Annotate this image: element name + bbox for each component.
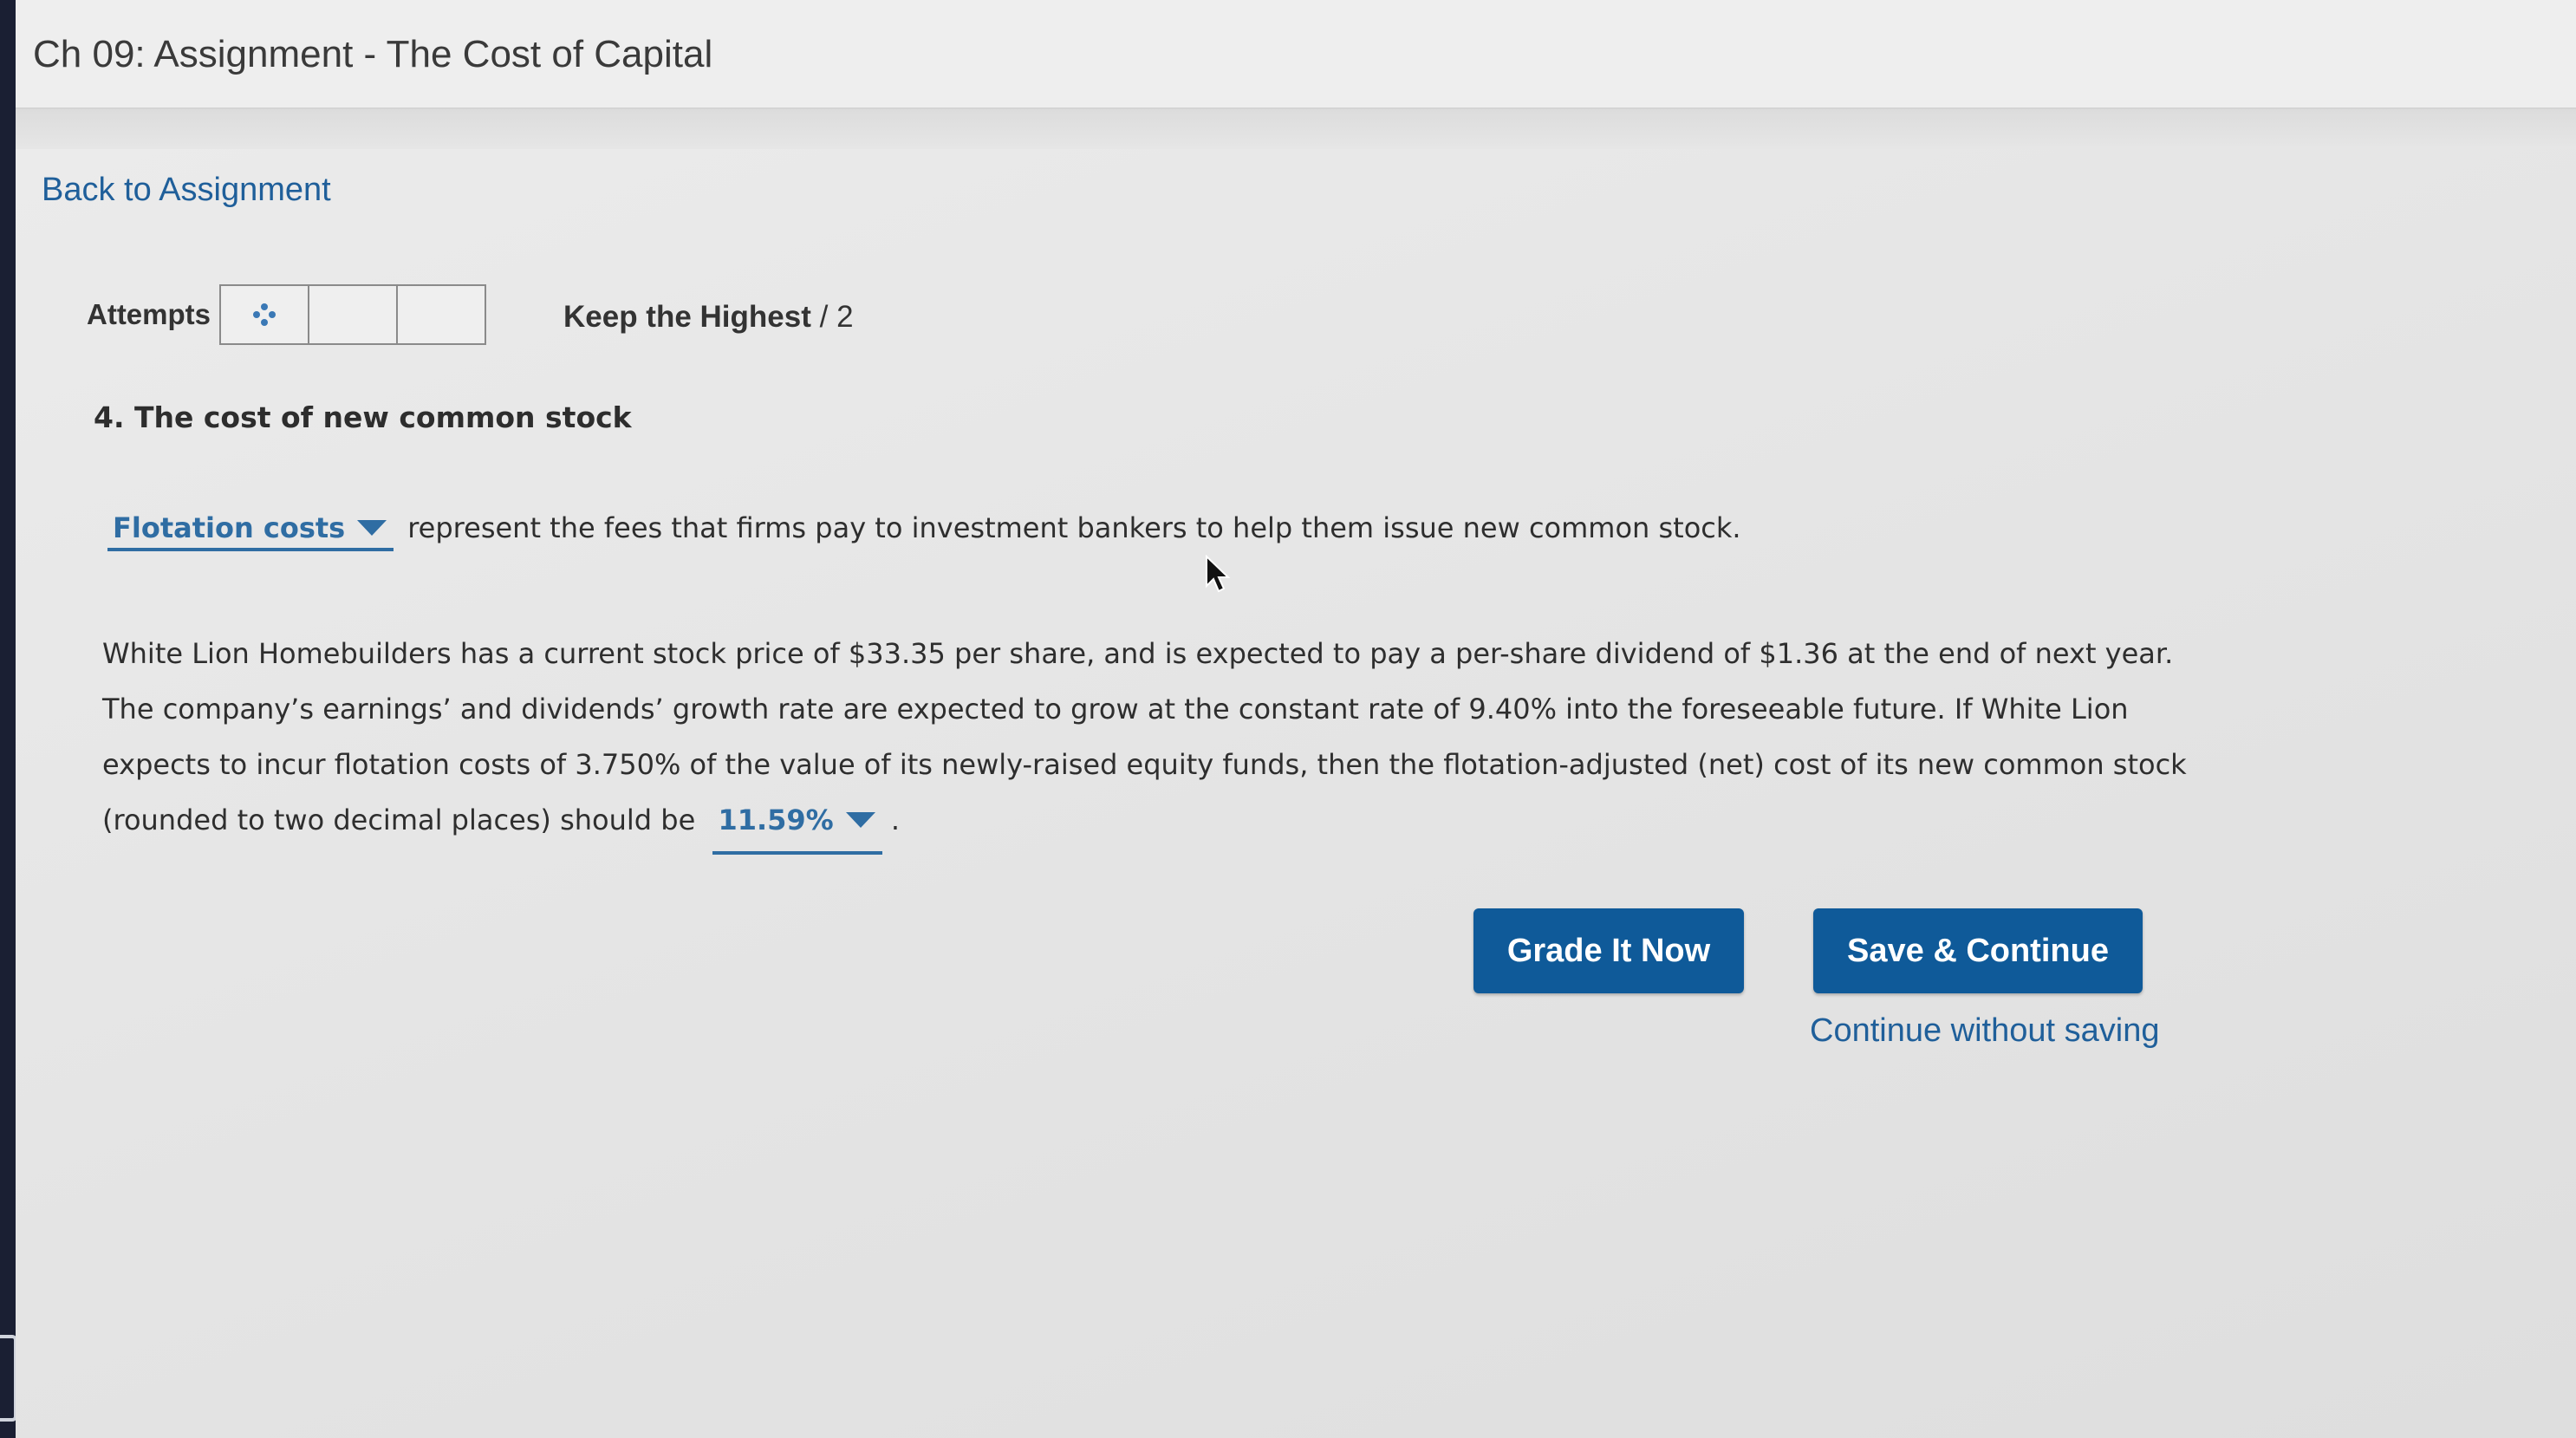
save-and-continue-button[interactable]: Save & Continue: [1813, 908, 2143, 993]
paragraph-line4-post: .: [890, 804, 901, 836]
continue-without-saving-link[interactable]: Continue without saving: [1810, 1012, 2159, 1050]
question-title: 4. The cost of new common stock: [94, 400, 632, 434]
question-paragraph: White Lion Homebuilders has a current st…: [102, 626, 2234, 855]
title-divider: [16, 109, 2576, 149]
assignment-page: Ch 09: Assignment - The Cost of Capital …: [16, 0, 2576, 1438]
back-to-assignment-link[interactable]: Back to Assignment: [42, 172, 331, 209]
attempts-label: Attempts: [87, 298, 211, 330]
paragraph-line: (rounded to two decimal places) should b…: [102, 792, 2234, 855]
keep-highest-text: Keep the Highest / 2: [563, 300, 854, 335]
paragraph-line: White Lion Homebuilders has a current st…: [102, 637, 2174, 670]
caret-down-icon: [357, 520, 387, 536]
attempts-tracker: Attempts: [87, 283, 487, 347]
caret-down-icon: [845, 812, 875, 828]
attempt-box-1: [219, 284, 310, 345]
sentence-1-text: represent the fees that firms pay to inv…: [407, 511, 1741, 544]
paragraph-line4-pre: (rounded to two decimal places) should b…: [102, 804, 696, 836]
title-bar: Ch 09: Assignment - The Cost of Capital: [16, 0, 2576, 109]
action-buttons: Grade It Now Save & Continue: [1473, 908, 2143, 993]
mouse-cursor-icon: [1206, 555, 1231, 593]
question-sentence-1: Flotation costs represent the fees that …: [107, 511, 1741, 551]
net-cost-dropdown[interactable]: 11.59%: [712, 792, 882, 855]
screen-bezel: [0, 0, 16, 1438]
screen-bezel-bracket: [0, 1335, 17, 1422]
attempt-box-3: [396, 284, 487, 345]
keep-highest-label: Keep the Highest: [563, 300, 811, 334]
net-cost-dropdown-value: 11.59%: [718, 804, 834, 836]
attempts-max: / 2: [819, 300, 854, 334]
flotation-dropdown-value: Flotation costs: [113, 511, 346, 544]
attempt-box-2: [308, 284, 399, 345]
paragraph-line: expects to incur flotation costs of 3.75…: [102, 748, 2187, 781]
grade-it-now-button[interactable]: Grade It Now: [1473, 908, 1744, 993]
in-progress-icon: [253, 303, 276, 326]
paragraph-line: The company’s earnings’ and dividends’ g…: [102, 693, 2129, 726]
page-title: Ch 09: Assignment - The Cost of Capital: [33, 33, 713, 75]
flotation-dropdown[interactable]: Flotation costs: [107, 511, 394, 551]
